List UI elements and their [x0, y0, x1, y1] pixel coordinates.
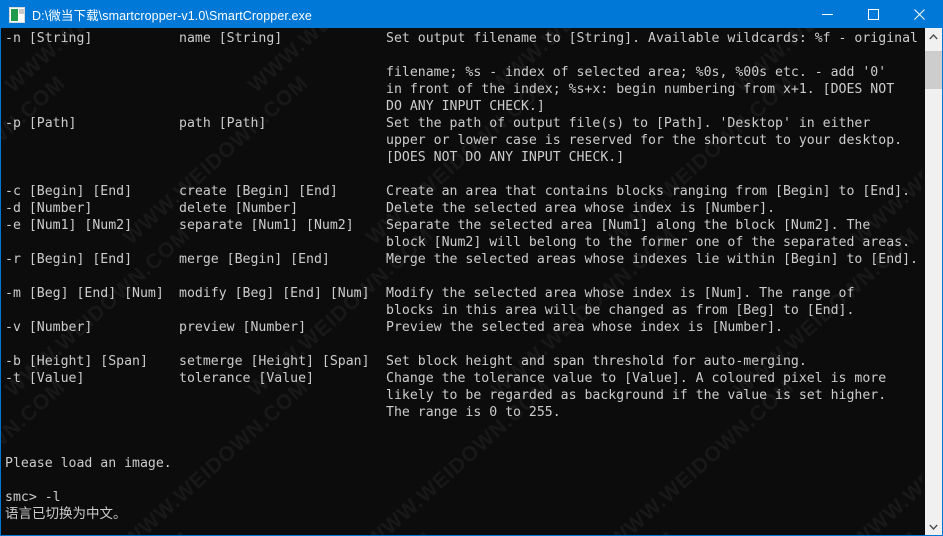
console-line: blocks in this area will be changed as f…: [5, 302, 924, 319]
console-line: in front of the index; %s+x: begin numbe…: [5, 81, 924, 98]
minimize-icon: [821, 14, 833, 15]
command-description: DO ANY INPUT CHECK.]: [386, 99, 545, 114]
command-flag: -d [Number]: [5, 201, 93, 216]
command-description: Create an area that contains blocks rang…: [386, 184, 911, 199]
console-line: filename; %s - index of selected area; %…: [5, 64, 924, 81]
command-description: blocks in this area will be changed as f…: [386, 303, 855, 318]
command-name: name [String]: [179, 31, 283, 46]
console-line: The range is 0 to 255.: [5, 404, 924, 421]
command-name: create [Begin] [End]: [179, 184, 338, 199]
chevron-down-icon: [929, 524, 938, 530]
command-name: delete [Number]: [179, 201, 299, 216]
console-line: upper or lower case is reserved for the …: [5, 132, 924, 149]
console-area: WWW.WEIDOWN.COM WWW.WEIDOWN.COM WWW.WEIDOW…: [1, 28, 942, 535]
command-description: Change the tolerance value to [Value]. A…: [386, 371, 887, 386]
command-flag: -p [Path]: [5, 116, 77, 131]
command-description: Delete the selected area whose index is …: [386, 201, 776, 216]
title-bar[interactable]: D:\微当下载\smartcropper-v1.0\SmartCropper.e…: [1, 1, 942, 28]
console-line: -n [String] name [String] Set output filen…: [5, 30, 924, 47]
console-line: -p [Path] path [Path] Set the path of outp…: [5, 115, 924, 132]
console-line: -e [Num1] [Num2] separate [Num1] [Num2] Se…: [5, 217, 924, 234]
command-description: in front of the index; %s+x: begin numbe…: [386, 82, 895, 97]
command-description: Preview the selected area whose index is…: [386, 320, 783, 335]
command-name: tolerance [Value]: [179, 371, 314, 386]
vertical-scrollbar[interactable]: [924, 28, 942, 535]
console-screen[interactable]: -n [String] name [String] Set output filen…: [1, 28, 924, 535]
command-description: filename; %s - index of selected area; %…: [386, 65, 887, 80]
command-description: block [Num2] will belong to the former o…: [386, 235, 911, 250]
close-icon: [913, 9, 925, 20]
command-flag: -v [Number]: [5, 320, 93, 335]
console-line: block [Num2] will belong to the former o…: [5, 234, 924, 251]
command-description: Set the path of output file(s) to [Path]…: [386, 116, 871, 131]
minimize-button[interactable]: [804, 1, 850, 28]
command-description: likely to be regarded as background if t…: [386, 388, 887, 403]
console-line: -m [Beg] [End] [Num] modify [Beg] [End] […: [5, 285, 924, 302]
command-description: Separate the selected area [Num1] along …: [386, 218, 871, 233]
console-line: DO ANY INPUT CHECK.]: [5, 98, 924, 115]
command-description: [DOES NOT DO ANY INPUT CHECK.]: [386, 150, 625, 165]
command-flag: -m [Beg] [End] [Num]: [5, 286, 164, 301]
close-button[interactable]: [896, 1, 942, 28]
scroll-up-button[interactable]: [925, 28, 942, 45]
command-description: Set block height and span threshold for …: [386, 354, 807, 369]
command-description: The range is 0 to 255.: [386, 405, 561, 420]
command-flag: -n [String]: [5, 31, 93, 46]
maximize-icon: [867, 9, 879, 20]
scroll-down-button[interactable]: [925, 518, 942, 535]
application-window: D:\微当下载\smartcropper-v1.0\SmartCropper.e…: [0, 0, 943, 536]
console-line: -r [Begin] [End] merge [Begin] [End] Merge…: [5, 251, 924, 268]
console-line: 语言已切换为中文。: [5, 506, 924, 523]
command-flag: -e [Num1] [Num2]: [5, 218, 133, 233]
command-description: Merge the selected areas whose indexes l…: [386, 252, 918, 267]
console-line: likely to be regarded as background if t…: [5, 387, 924, 404]
command-name: modify [Beg] [End] [Num]: [179, 286, 370, 301]
command-description: Modify the selected area whose index is …: [386, 286, 855, 301]
scrollbar-thumb[interactable]: [925, 51, 942, 89]
command-flag: -r [Begin] [End]: [5, 252, 133, 267]
command-name: path [Path]: [179, 116, 267, 131]
command-name: separate [Num1] [Num2]: [179, 218, 354, 233]
chevron-up-icon: [929, 33, 938, 39]
console-output: Please load an image.: [5, 456, 172, 471]
console-line: Please load an image.: [5, 455, 924, 472]
command-description: Set output filename to [String]. Availab…: [386, 31, 918, 46]
command-flag: -b [Height] [Span]: [5, 354, 148, 369]
command-name: preview [Number]: [179, 320, 307, 335]
console-line: -b [Height] [Span] setmerge [Height] [Spa…: [5, 353, 924, 370]
console-app-icon: [9, 6, 25, 23]
console-line: -d [Number] delete [Number] Delete the sel…: [5, 200, 924, 217]
maximize-button[interactable]: [850, 1, 896, 28]
command-flag: -t [Value]: [5, 371, 85, 386]
command-name: merge [Begin] [End]: [179, 252, 330, 267]
command-flag: -c [Begin] [End]: [5, 184, 133, 199]
console-line: -t [Value] tolerance [Value] Change the to…: [5, 370, 924, 387]
console-line: -c [Begin] [End] create [Begin] [End] Crea…: [5, 183, 924, 200]
command-name: setmerge [Height] [Span]: [179, 354, 370, 369]
console-output: smc> -l: [5, 490, 61, 505]
window-title: D:\微当下载\smartcropper-v1.0\SmartCropper.e…: [32, 9, 312, 23]
console-line: smc> -l: [5, 489, 924, 506]
console-line: -v [Number] preview [Number] Preview the s…: [5, 319, 924, 336]
command-description: upper or lower case is reserved for the …: [386, 133, 903, 148]
console-output-cjk: 语言已切换为中文。: [5, 506, 127, 522]
scrollbar-track[interactable]: [925, 45, 942, 518]
console-line: [DOES NOT DO ANY INPUT CHECK.]: [5, 149, 924, 166]
